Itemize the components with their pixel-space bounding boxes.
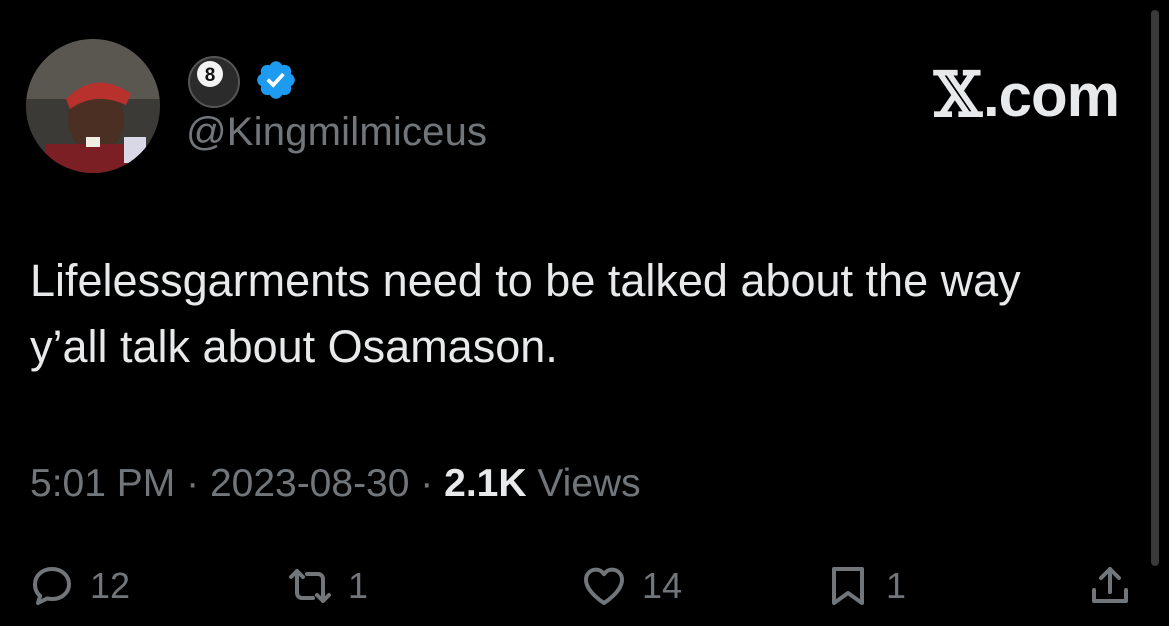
brand-logo: 𝕏 .com bbox=[933, 58, 1120, 131]
tweet-actions: 12 1 14 1 bbox=[0, 552, 1169, 622]
repost-button[interactable]: 1 bbox=[286, 562, 368, 610]
reply-icon bbox=[33, 567, 71, 605]
tweet-time[interactable]: 5:01 PM bbox=[30, 462, 175, 505]
repost-icon bbox=[289, 569, 331, 603]
like-button[interactable]: 14 bbox=[580, 562, 682, 610]
share-button[interactable] bbox=[1086, 562, 1134, 610]
eight-ball-number: 8 bbox=[205, 65, 216, 86]
tweet-date[interactable]: 2023-08-30 bbox=[210, 462, 410, 505]
meta-separator: · bbox=[186, 462, 200, 505]
bookmark-button[interactable]: 1 bbox=[824, 562, 906, 610]
bookmark-count: 1 bbox=[886, 565, 907, 606]
author-name-row[interactable]: 8 bbox=[186, 52, 298, 108]
avatar[interactable] bbox=[26, 39, 160, 173]
share-icon bbox=[1092, 567, 1128, 603]
reply-button[interactable]: 12 bbox=[28, 562, 130, 610]
bookmark-icon bbox=[832, 567, 864, 605]
heart-icon bbox=[584, 567, 624, 605]
brand-domain: .com bbox=[982, 62, 1120, 129]
author-handle[interactable]: @Kingmilmiceus bbox=[186, 110, 487, 155]
meta-separator: · bbox=[420, 462, 434, 505]
views-count: 2.1K bbox=[444, 462, 527, 505]
avatar-image bbox=[26, 39, 160, 173]
tweet-meta: 5:01 PM · 2023-08-30 · 2.1K Views bbox=[30, 462, 641, 506]
eight-ball-icon: 8 bbox=[188, 56, 240, 108]
x-logo-icon: 𝕏 bbox=[933, 58, 982, 131]
verified-badge-icon bbox=[257, 61, 295, 99]
like-count: 14 bbox=[642, 565, 683, 606]
tweet-text: Lifelessgarments need to be talked about… bbox=[30, 255, 1021, 372]
scrollbar[interactable] bbox=[1151, 10, 1159, 566]
reply-count: 12 bbox=[90, 565, 131, 606]
views-label: Views bbox=[537, 462, 641, 505]
repost-count: 1 bbox=[348, 565, 369, 606]
